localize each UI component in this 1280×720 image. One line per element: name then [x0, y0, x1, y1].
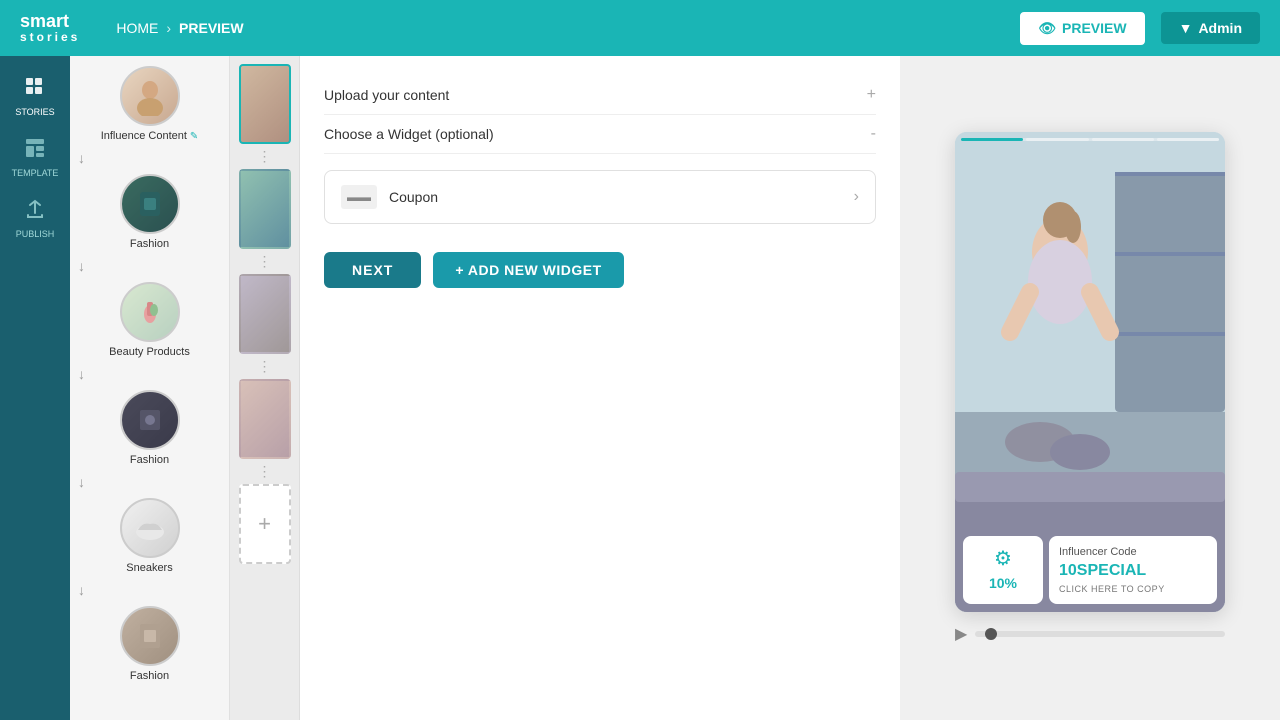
story-item-fashion1[interactable]: Fashion	[78, 174, 221, 250]
playback-track[interactable]	[975, 631, 1225, 637]
phone-preview: ⚙ 10% Influencer Code 10SPECIAL CLICK HE…	[955, 132, 1225, 612]
progress-seg-1	[961, 138, 1023, 141]
sidebar-item-template[interactable]: TEMPLATE	[0, 127, 70, 188]
widget-collapse-icon[interactable]: -	[871, 125, 876, 143]
sidebar-item-stories[interactable]: STORIES	[0, 66, 70, 127]
story-item-influence[interactable]: Influence Content ✎	[78, 66, 221, 142]
logo-line2: stories	[20, 31, 80, 44]
progress-seg-2	[1026, 138, 1088, 141]
thumbnail-1[interactable]	[239, 64, 291, 144]
thumb-move-2[interactable]: ⋮	[258, 251, 272, 272]
story-item-fashion2[interactable]: Fashion	[78, 390, 221, 466]
widget-row[interactable]: Choose a Widget (optional) -	[324, 115, 876, 154]
story-arrow-5: ↓	[78, 582, 221, 598]
stories-label: STORIES	[15, 107, 54, 117]
coupon-code: 10SPECIAL	[1059, 562, 1207, 580]
story-label-fashion2: Fashion	[130, 454, 169, 466]
story-arrow-1: ↓	[78, 150, 221, 166]
play-button[interactable]: ▶	[955, 624, 967, 644]
coupon-widget-card[interactable]: ▬▬ Coupon ›	[324, 170, 876, 224]
story-circle-fashion3	[120, 606, 180, 666]
add-widget-button[interactable]: + ADD NEW WIDGET	[433, 252, 623, 288]
story-item-fashion3[interactable]: Fashion	[78, 606, 221, 682]
coupon-title: Influencer Code	[1059, 546, 1207, 558]
thumb-move-3[interactable]: ⋮	[258, 356, 272, 377]
story-arrow-4: ↓	[78, 474, 221, 490]
preview-panel: ⚙ 10% Influencer Code 10SPECIAL CLICK HE…	[900, 56, 1280, 720]
admin-button[interactable]: ▼ Admin	[1161, 12, 1260, 44]
coupon-icon: ▬▬	[347, 190, 371, 204]
stories-icon	[24, 76, 46, 104]
content-panel: Upload your content + Choose a Widget (o…	[300, 56, 900, 720]
logo-line1: smart	[20, 12, 80, 32]
top-navigation: smart stories HOME › PREVIEW 👁 PREVIEW ▼…	[0, 0, 1280, 56]
breadcrumb-chevron: ›	[166, 20, 171, 36]
coupon-left-card[interactable]: ⚙ 10%	[963, 536, 1043, 604]
widget-section: ▬▬ Coupon ›	[324, 170, 876, 224]
story-item-sneakers[interactable]: Sneakers	[78, 498, 221, 574]
plus-icon: +	[258, 511, 271, 537]
next-button[interactable]: NEXT	[324, 252, 421, 288]
story-label-beauty: Beauty Products	[109, 346, 190, 358]
eye-icon: 👁	[1038, 20, 1056, 37]
admin-btn-label: Admin	[1198, 20, 1242, 36]
upload-plus-icon: +	[867, 86, 876, 104]
story-circle-influence	[120, 66, 180, 126]
story-label-fashion3: Fashion	[130, 670, 169, 682]
breadcrumb: HOME › PREVIEW	[116, 20, 243, 36]
preview-image: ⚙ 10% Influencer Code 10SPECIAL CLICK HE…	[955, 132, 1225, 612]
playback-indicator	[985, 628, 997, 640]
template-label: TEMPLATE	[12, 168, 59, 178]
upload-label: Upload your content	[324, 87, 449, 103]
publish-icon	[24, 198, 46, 226]
coupon-overlay: ⚙ 10% Influencer Code 10SPECIAL CLICK HE…	[955, 528, 1225, 612]
admin-chevron-icon: ▼	[1179, 20, 1193, 36]
story-label-influence: Influence Content	[101, 130, 187, 142]
upload-row[interactable]: Upload your content +	[324, 76, 876, 115]
coupon-gear-icon: ⚙	[994, 546, 1012, 571]
preview-controls: ▶	[955, 624, 1225, 644]
thumbnails-panel: ⋮ ⋮ ⋮ ⋮ +	[230, 56, 300, 720]
action-buttons: NEXT + ADD NEW WIDGET	[324, 252, 876, 288]
progress-seg-3	[1092, 138, 1154, 141]
story-arrow-2: ↓	[78, 258, 221, 274]
story-circle-sneakers	[120, 498, 180, 558]
thumb-move-4[interactable]: ⋮	[258, 461, 272, 482]
thumbnail-3[interactable]	[239, 274, 291, 354]
thumbnail-add-button[interactable]: +	[239, 484, 291, 564]
coupon-icon-box: ▬▬	[341, 185, 377, 209]
story-circle-beauty	[120, 282, 180, 342]
nav-preview: PREVIEW	[179, 20, 244, 36]
left-sidebar: STORIES TEMPLATE PUBLISH	[0, 56, 70, 720]
story-circle-fashion2	[120, 390, 180, 450]
coupon-chevron-icon: ›	[854, 188, 859, 206]
story-item-beauty[interactable]: Beauty Products	[78, 282, 221, 358]
sidebar-item-publish[interactable]: PUBLISH	[0, 188, 70, 249]
story-arrow-3: ↓	[78, 366, 221, 382]
preview-btn-label: PREVIEW	[1062, 20, 1127, 36]
thumbnail-2[interactable]	[239, 169, 291, 249]
widget-label: Choose a Widget (optional)	[324, 126, 494, 142]
coupon-widget-name: Coupon	[389, 189, 842, 205]
story-label-sneakers: Sneakers	[126, 562, 172, 574]
coupon-right-card[interactable]: Influencer Code 10SPECIAL CLICK HERE TO …	[1049, 536, 1217, 604]
story-circle-fashion1	[120, 174, 180, 234]
main-layout: STORIES TEMPLATE PUBLISH	[0, 56, 1280, 720]
stories-panel: Influence Content ✎ ↓ Fashion ↓	[70, 56, 230, 720]
thumbnail-4[interactable]	[239, 379, 291, 459]
publish-label: PUBLISH	[16, 229, 55, 239]
nav-home[interactable]: HOME	[116, 20, 158, 36]
story-label-fashion1: Fashion	[130, 238, 169, 250]
edit-icon-influence[interactable]: ✎	[190, 131, 198, 142]
coupon-cta: CLICK HERE TO COPY	[1059, 584, 1207, 594]
logo: smart stories	[20, 12, 80, 45]
template-icon	[24, 137, 46, 165]
thumb-move-1[interactable]: ⋮	[258, 146, 272, 167]
preview-button[interactable]: 👁 PREVIEW	[1020, 12, 1144, 45]
progress-seg-4	[1157, 138, 1219, 141]
coupon-percent: 10%	[989, 575, 1017, 591]
story-progress-bar	[961, 138, 1219, 141]
